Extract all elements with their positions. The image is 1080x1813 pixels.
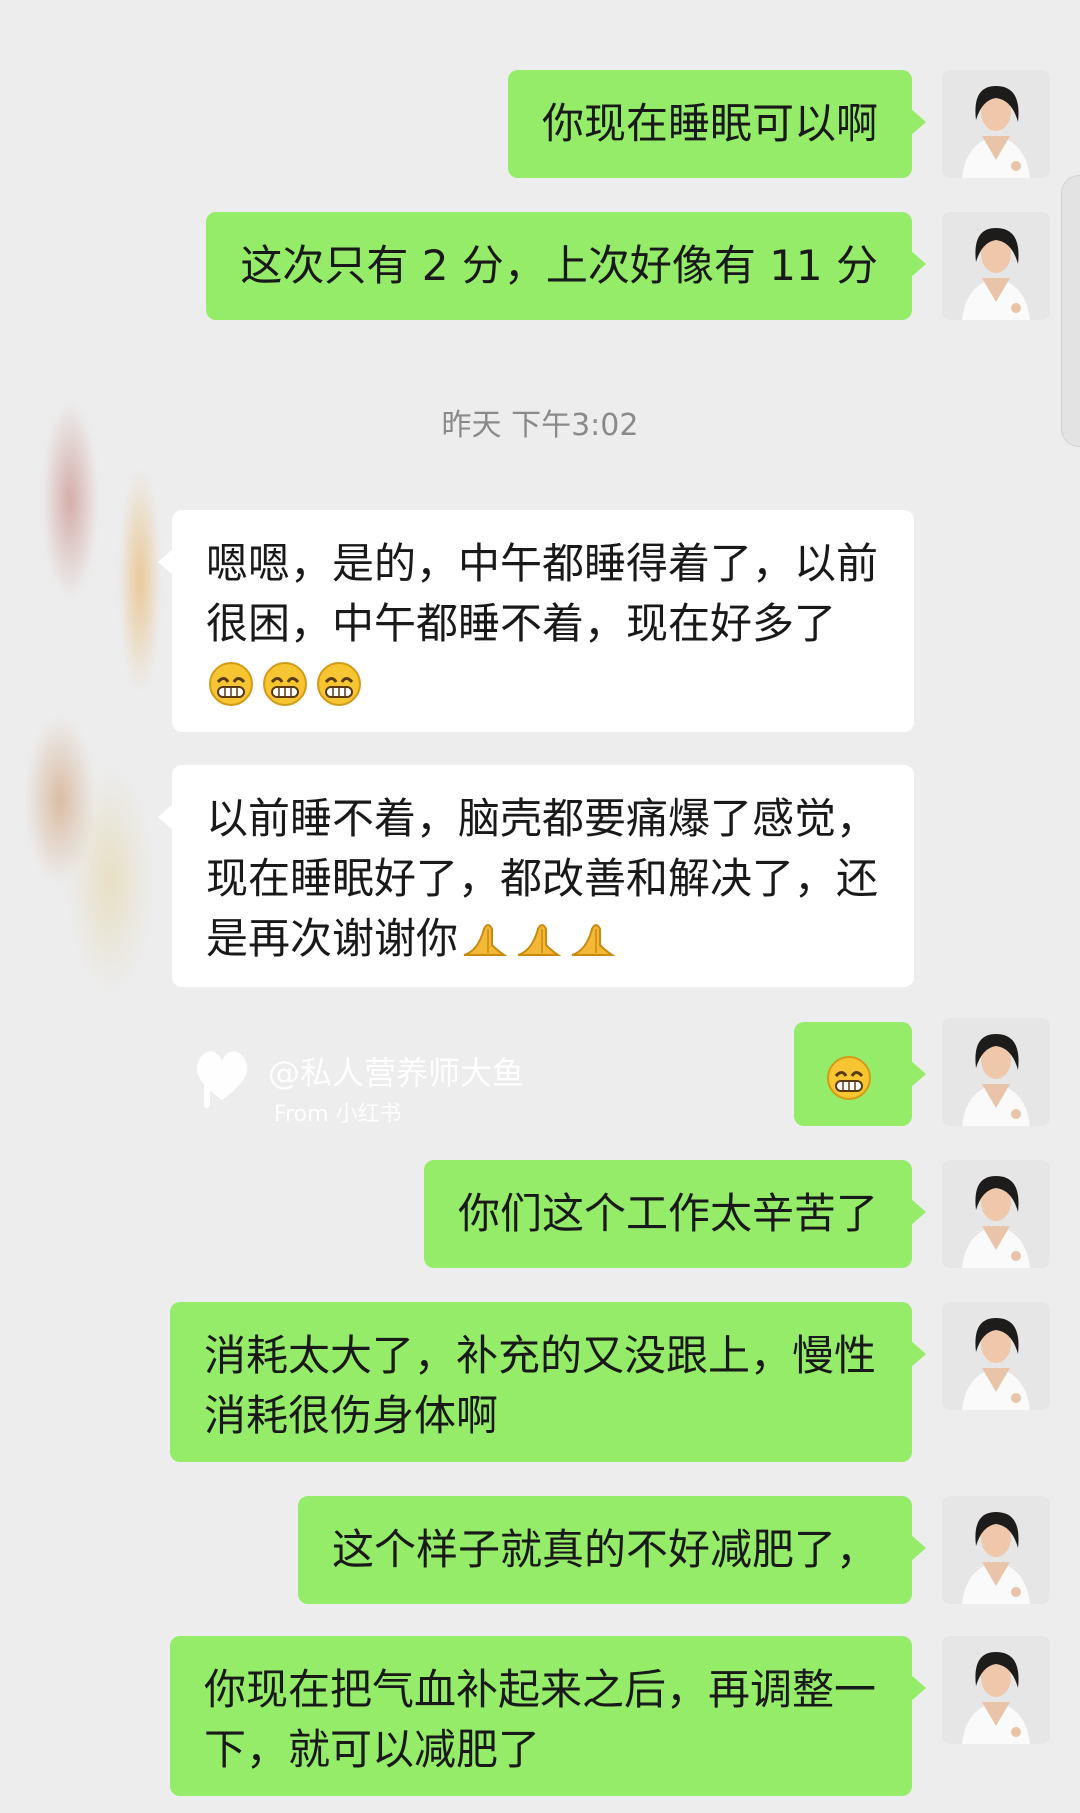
message-text: 嗯嗯，是的，中午都睡得着了，以前很困，中午都睡不着，现在好多了 [206,539,879,648]
avatar-self[interactable] [942,1496,1050,1604]
grinning-face-icon [314,659,368,708]
avatar-self[interactable] [942,1018,1050,1126]
message-bubble-sent[interactable]: 这次只有 2 分，上次好像有 11 分 [206,212,926,320]
message-bubble-sent[interactable] [794,1022,926,1126]
watermark: @私人营养师大鱼 From 小红书 [190,1040,524,1127]
grinning-face-icon [206,659,260,708]
watermark-source: From 小红书 [274,1102,402,1127]
message-bubble-sent[interactable]: 消耗太大了，补充的又没跟上，慢性消耗很伤身体啊 [170,1302,926,1462]
avatar-self[interactable] [942,212,1050,320]
folded-hands-icon [566,914,620,963]
avatar-self[interactable] [942,1636,1050,1744]
avatar-self[interactable] [942,1160,1050,1268]
decorative-paint-strokes [0,380,200,1020]
watermark-handle: @私人营养师大鱼 [268,1054,525,1092]
grinning-face-icon [260,659,314,708]
message-bubble-sent[interactable]: 你们这个工作太辛苦了 [423,1160,927,1268]
message-text: 你们这个工作太辛苦了 [457,1189,878,1238]
message-text: 这个样子就真的不好减肥了， [331,1525,878,1574]
message-text: 你现在睡眠可以啊 [541,99,878,148]
message-text: 消耗太大了，补充的又没跟上，慢性消耗很伤身体啊 [204,1331,877,1440]
folded-hands-icon [512,914,566,963]
chat-timestamp: 昨天 下午3:02 [441,408,639,443]
folded-hands-icon [458,914,512,963]
message-bubble-received[interactable]: 嗯嗯，是的，中午都睡得着了，以前很困，中午都睡不着，现在好多了 [158,510,914,732]
avatar-self[interactable] [942,1302,1050,1410]
heart-logo-icon [190,1051,254,1116]
message-bubble-sent[interactable]: 你现在把气血补起来之后，再调整一下，就可以减肥了 [170,1636,926,1796]
grinning-face-icon [824,1053,878,1102]
message-bubble-sent[interactable]: 这个样子就真的不好减肥了， [297,1496,927,1604]
message-bubble-received[interactable]: 以前睡不着，脑壳都要痛爆了感觉，现在睡眠好了，都改善和解决了，还是再次谢谢你 [158,765,914,987]
message-text: 这次只有 2 分，上次好像有 11 分 [240,241,878,290]
message-text: 你现在把气血补起来之后，再调整一下，就可以减肥了 [204,1665,877,1774]
avatar-self[interactable] [942,70,1050,178]
message-bubble-sent[interactable]: 你现在睡眠可以啊 [507,70,927,178]
